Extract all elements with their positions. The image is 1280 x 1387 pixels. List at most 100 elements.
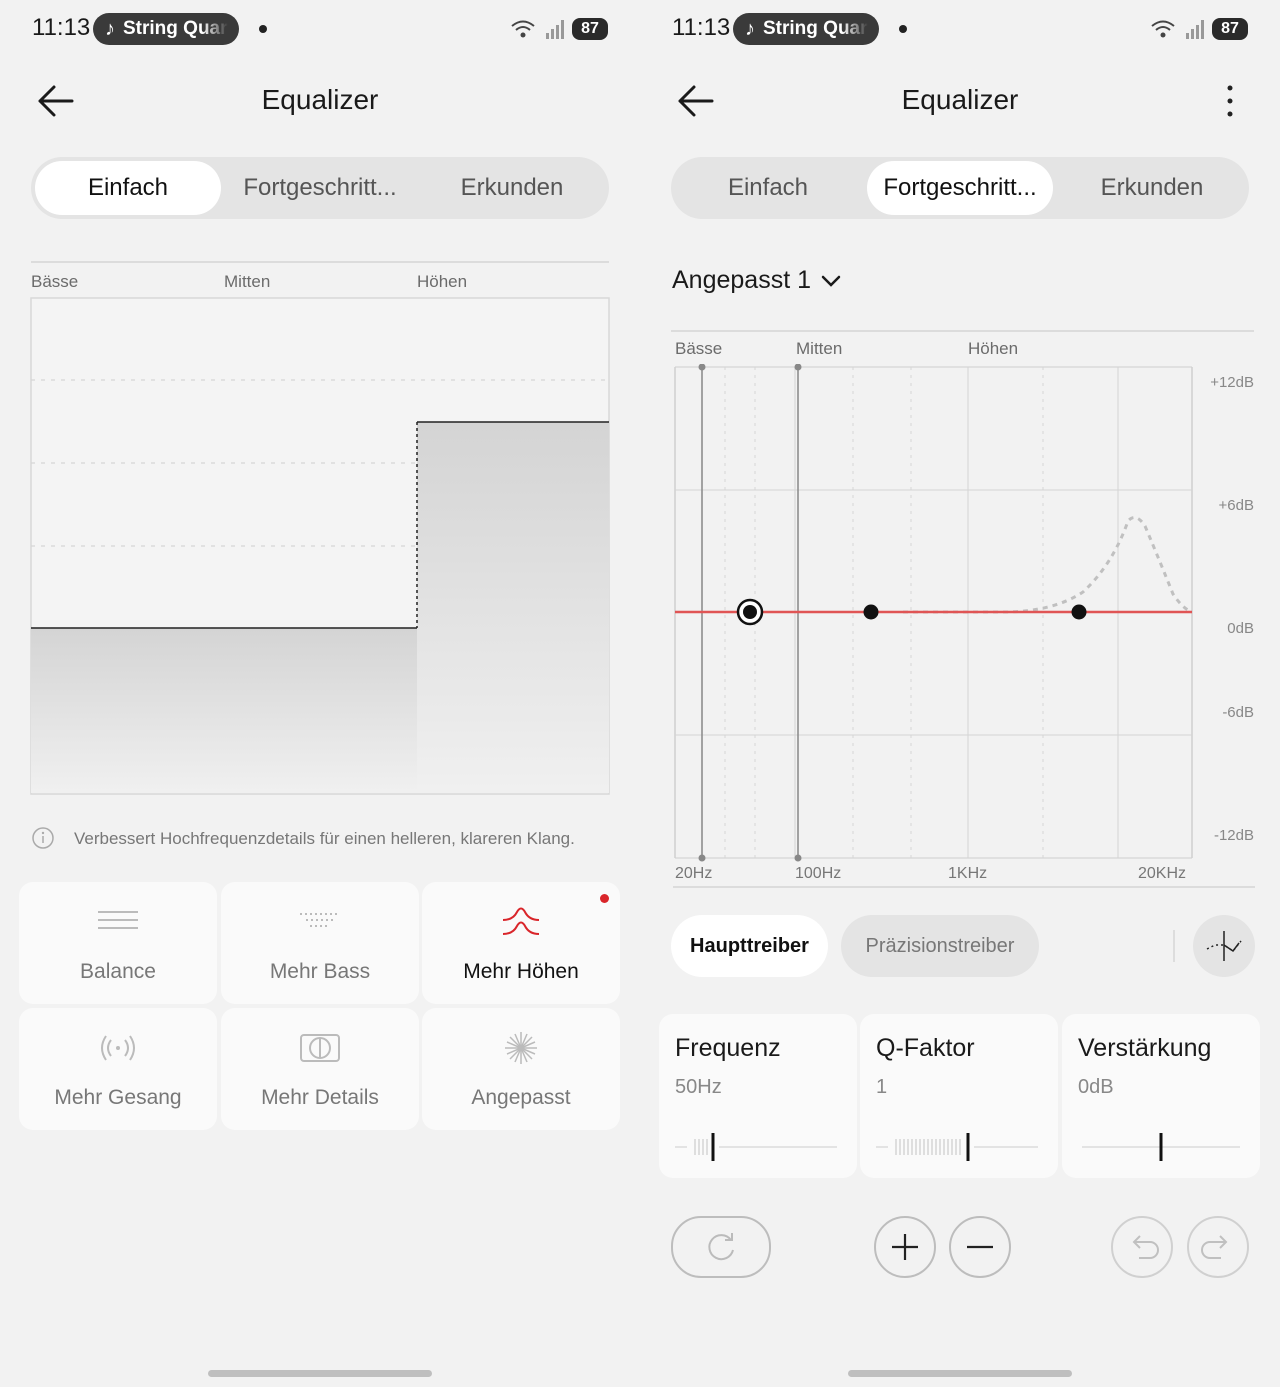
advanced-equalizer-screen: 11:13 ♪ String Quar 87 Equalizer Einfach… xyxy=(640,0,1280,1387)
notification-dot xyxy=(259,25,267,33)
band-label-treble: Höhen xyxy=(968,339,1019,358)
media-title: String Quar xyxy=(123,18,228,39)
preset-label: Mehr Bass xyxy=(269,960,371,983)
divider xyxy=(671,330,1254,332)
mode-tabs: Einfach Fortgeschritt... Erkunden xyxy=(31,157,609,219)
tab-einfach[interactable]: Einfach xyxy=(675,161,861,215)
band-label-bass: Bässe xyxy=(675,339,723,358)
media-pill[interactable]: ♪ String Quar xyxy=(93,13,239,45)
freq-label: 20Hz xyxy=(675,865,713,882)
battery-indicator: 87 xyxy=(572,18,608,40)
preset-label: Mehr Details xyxy=(261,1086,379,1109)
db-label: +12dB xyxy=(1210,374,1254,391)
param-frequency-card[interactable]: Frequenz 50Hz xyxy=(659,1014,857,1178)
param-label: Verstärkung xyxy=(1078,1034,1212,1062)
media-title: String Quar xyxy=(763,18,868,39)
param-value: 0dB xyxy=(1078,1076,1114,1098)
back-arrow-icon[interactable] xyxy=(36,84,76,118)
balance-icon xyxy=(98,911,138,929)
curve-view-button[interactable] xyxy=(1193,915,1255,977)
details-icon xyxy=(300,1034,340,1062)
tab-erkunden[interactable]: Erkunden xyxy=(1059,161,1245,215)
tab-fortgeschritten[interactable]: Fortgeschritt... xyxy=(227,161,413,215)
signal-icons xyxy=(1151,20,1204,39)
qfactor-slider[interactable] xyxy=(876,1132,1042,1162)
signal-icons xyxy=(511,20,564,39)
treble-icon xyxy=(502,907,540,935)
remove-point-button[interactable] xyxy=(949,1216,1011,1278)
frequency-slider[interactable] xyxy=(675,1132,841,1162)
band-label-mid: Mitten xyxy=(224,272,271,291)
redo-button[interactable] xyxy=(1187,1216,1249,1278)
status-time: 11:13 xyxy=(32,14,91,41)
preset-label: Angepasst xyxy=(471,1086,571,1109)
tab-fortgeschritten[interactable]: Fortgeschritt... xyxy=(867,161,1053,215)
reset-button[interactable] xyxy=(671,1216,771,1278)
reference-curve xyxy=(903,515,1193,614)
page-title: Equalizer xyxy=(261,84,379,115)
more-menu-icon[interactable] xyxy=(1220,84,1240,118)
minus-icon xyxy=(967,1245,993,1249)
custom-icon xyxy=(505,1032,537,1064)
divider xyxy=(1173,930,1175,962)
curve-toggle-icon xyxy=(1206,931,1242,961)
param-gain-card[interactable]: Verstärkung 0dB xyxy=(1062,1014,1260,1178)
chevron-down-icon xyxy=(821,275,841,287)
freq-label: 100Hz xyxy=(795,865,842,882)
tab-einfach[interactable]: Einfach xyxy=(35,161,221,215)
back-arrow-icon[interactable] xyxy=(676,84,716,118)
add-point-button[interactable] xyxy=(874,1216,936,1278)
preset-label: Mehr Gesang xyxy=(54,1086,182,1109)
preset-custom[interactable]: Angepasst xyxy=(422,1008,620,1130)
undo-icon xyxy=(1132,1235,1159,1259)
status-time: 11:13 xyxy=(672,14,731,41)
vocal-icon xyxy=(101,1035,135,1061)
notification-dot xyxy=(899,25,907,33)
preset-label: Mehr Höhen xyxy=(463,960,579,983)
param-label: Frequenz xyxy=(675,1034,781,1062)
home-indicator[interactable] xyxy=(848,1370,1072,1377)
band-label-treble: Höhen xyxy=(417,272,468,291)
tab-erkunden[interactable]: Erkunden xyxy=(419,161,605,215)
music-note-icon: ♪ xyxy=(745,17,755,40)
treble-band-fill xyxy=(417,422,609,793)
preset-more-bass[interactable]: Mehr Bass xyxy=(221,882,419,1004)
driver-main-chip[interactable]: Haupttreiber xyxy=(671,915,828,977)
mode-tabs: Einfach Fortgeschritt... Erkunden xyxy=(671,157,1249,219)
advanced-eq-graph xyxy=(673,364,1255,888)
driver-precision-chip[interactable]: Präzisionstreiber xyxy=(841,915,1039,977)
bass-icon xyxy=(300,913,340,927)
db-label: -6dB xyxy=(1222,704,1254,721)
battery-indicator: 87 xyxy=(1212,18,1248,40)
undo-button[interactable] xyxy=(1111,1216,1173,1278)
param-label: Q-Faktor xyxy=(876,1034,975,1062)
simple-eq-graph xyxy=(30,297,610,795)
preset-more-vocal[interactable]: Mehr Gesang xyxy=(19,1008,217,1130)
db-label: -12dB xyxy=(1213,827,1254,844)
reset-icon xyxy=(708,1233,734,1261)
music-note-icon: ♪ xyxy=(105,17,115,40)
gain-slider[interactable] xyxy=(1078,1132,1244,1162)
simple-equalizer-screen: 11:13 ♪ String Quar 87 Equalizer Einfach… xyxy=(0,0,640,1387)
selected-dot xyxy=(600,894,609,903)
freq-label: 1KHz xyxy=(948,865,988,882)
param-qfactor-card[interactable]: Q-Faktor 1 xyxy=(860,1014,1058,1178)
band-label-mid: Mitten xyxy=(796,339,843,358)
band-label-bass: Bässe xyxy=(31,272,79,291)
db-label: +6dB xyxy=(1218,497,1254,514)
custom-preset-selector[interactable]: Angepasst 1 xyxy=(672,266,843,295)
home-indicator[interactable] xyxy=(208,1370,432,1377)
param-value: 50Hz xyxy=(675,1076,722,1098)
media-pill[interactable]: ♪ String Quar xyxy=(733,13,879,45)
preset-more-treble[interactable]: Mehr Höhen xyxy=(422,882,620,1004)
param-value: 1 xyxy=(876,1076,888,1098)
page-title: Equalizer xyxy=(901,84,1019,115)
eq-point xyxy=(863,604,879,620)
plus-icon xyxy=(892,1234,918,1260)
eq-point xyxy=(1071,604,1087,620)
preset-description: Verbessert Hochfrequenzdetails für einen… xyxy=(74,829,575,848)
db-label: 0dB xyxy=(1227,620,1254,637)
preset-balance[interactable]: Balance xyxy=(19,882,217,1004)
preset-more-details[interactable]: Mehr Details xyxy=(221,1008,419,1130)
bass-band-fill xyxy=(31,628,417,793)
